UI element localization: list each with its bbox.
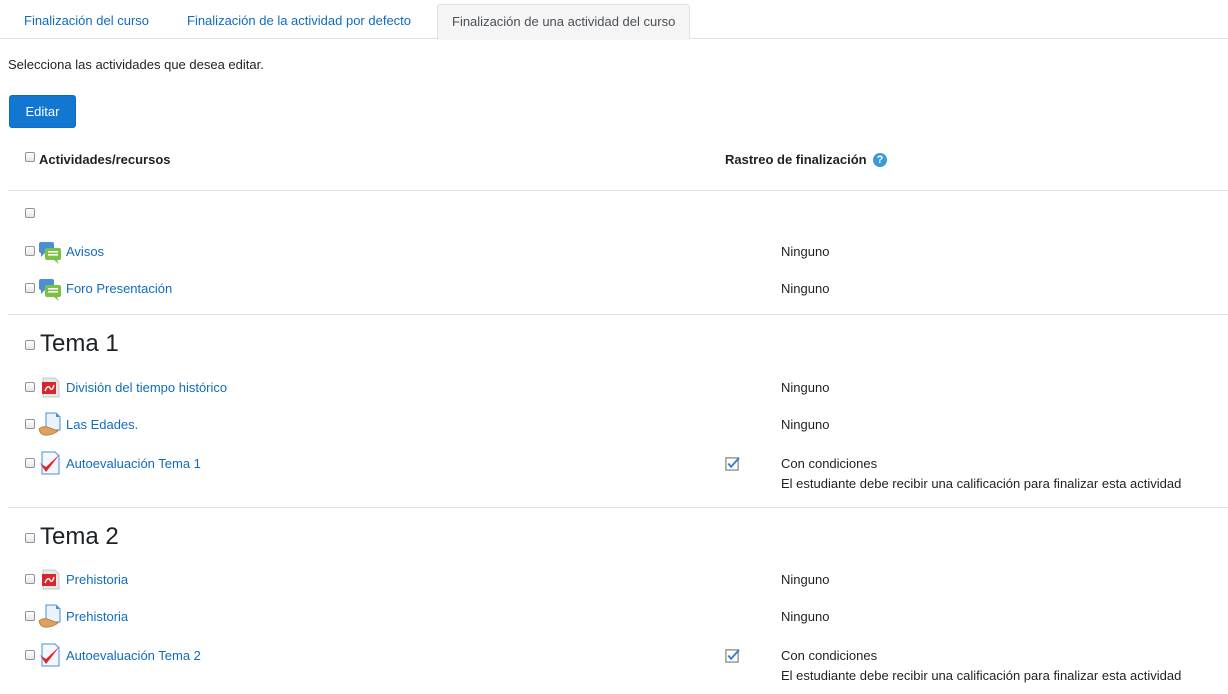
completion-status: Ninguno: [781, 244, 830, 259]
pdf-icon: [42, 377, 60, 398]
tab-default-activity-completion[interactable]: Finalización de la actividad por defecto: [187, 4, 411, 39]
activity-checkbox[interactable]: [25, 283, 35, 293]
intro-text: Selecciona las actividades que desea edi…: [8, 57, 264, 72]
completion-status: Ninguno: [781, 609, 830, 624]
question-circle-icon[interactable]: ?: [873, 153, 887, 167]
activity-link[interactable]: Avisos: [66, 244, 104, 259]
checkbox-checked-icon: [725, 457, 740, 471]
activity-link[interactable]: Las Edades.: [66, 417, 138, 432]
tab-course-completion[interactable]: Finalización del curso: [24, 4, 149, 39]
select-all-checkbox[interactable]: [25, 152, 35, 162]
header-divider: [8, 190, 1228, 191]
activity-link[interactable]: Autoevaluación Tema 2: [66, 648, 201, 663]
completion-tabs: Finalización del curso Finalización de l…: [0, 0, 1228, 40]
section-divider: [8, 314, 1228, 315]
completion-condition: El estudiante debe recibir una calificac…: [781, 668, 1182, 683]
activity-checkbox[interactable]: [25, 574, 35, 584]
activity-checkbox[interactable]: [25, 246, 35, 256]
activity-link[interactable]: Autoevaluación Tema 1: [66, 456, 201, 471]
completion-status: Ninguno: [781, 281, 830, 296]
completion-status: Ninguno: [781, 572, 830, 587]
forum-icon: [39, 279, 61, 301]
activities-column-header: Actividades/recursos: [39, 152, 171, 167]
section-0-checkbox[interactable]: [25, 208, 35, 218]
section-2-checkbox[interactable]: [25, 533, 35, 543]
tab-bulk-activity-completion[interactable]: Finalización de una actividad del curso: [437, 4, 691, 40]
activity-link[interactable]: División del tiempo histórico: [66, 380, 227, 395]
section-1-checkbox[interactable]: [25, 340, 35, 350]
quiz-icon: [40, 451, 60, 475]
completion-status: Con condiciones: [781, 648, 878, 663]
activity-link[interactable]: Prehistoria: [66, 609, 128, 624]
activity-checkbox[interactable]: [25, 650, 35, 660]
checkbox-checked-icon: [725, 649, 740, 663]
completion-status: Ninguno: [781, 380, 830, 395]
edit-button[interactable]: Editar: [9, 95, 76, 128]
page-icon: [38, 604, 61, 628]
quiz-icon: [40, 643, 60, 667]
activity-link[interactable]: Foro Presentación: [66, 281, 172, 296]
section-title: Tema 1: [40, 330, 119, 357]
activity-checkbox[interactable]: [25, 382, 35, 392]
activity-link[interactable]: Prehistoria: [66, 572, 128, 587]
tracking-column-header: Rastreo de finalización: [725, 152, 867, 167]
activity-checkbox[interactable]: [25, 458, 35, 468]
completion-status: Ninguno: [781, 417, 830, 432]
pdf-icon: [42, 569, 60, 590]
section-divider: [8, 507, 1228, 508]
completion-condition: El estudiante debe recibir una calificac…: [781, 476, 1182, 491]
forum-icon: [39, 242, 61, 264]
page-icon: [38, 412, 61, 436]
activity-checkbox[interactable]: [25, 419, 35, 429]
section-title: Tema 2: [40, 523, 119, 550]
completion-status: Con condiciones: [781, 456, 878, 471]
activity-checkbox[interactable]: [25, 611, 35, 621]
